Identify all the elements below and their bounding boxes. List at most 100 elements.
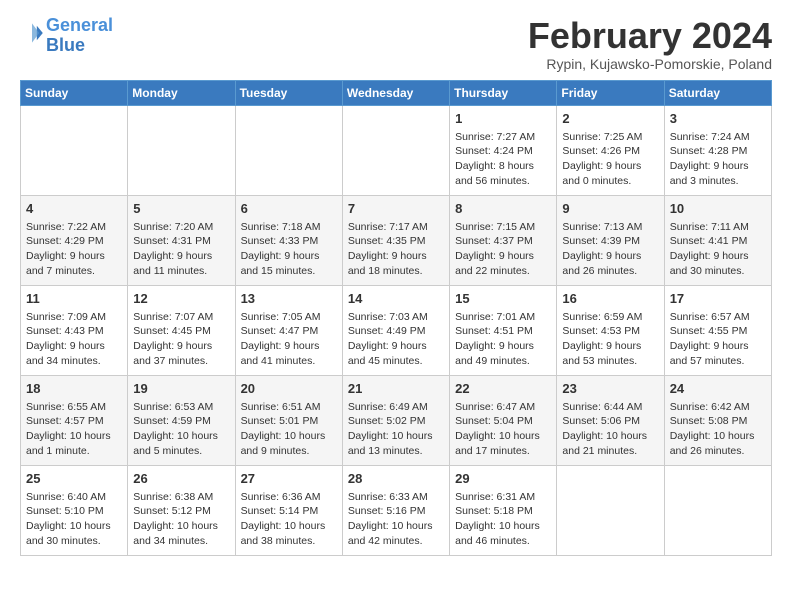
day-info: Sunrise: 6:42 AM Sunset: 5:08 PM Dayligh… [670,400,766,459]
calendar-table: SundayMondayTuesdayWednesdayThursdayFrid… [20,80,772,556]
day-info: Sunrise: 6:33 AM Sunset: 5:16 PM Dayligh… [348,490,444,549]
day-info: Sunrise: 7:11 AM Sunset: 4:41 PM Dayligh… [670,220,766,279]
day-cell: 28 Sunrise: 6:33 AM Sunset: 5:16 PM Dayli… [342,465,449,555]
day-number: 26 [133,470,229,488]
day-info: Sunrise: 7:17 AM Sunset: 4:35 PM Dayligh… [348,220,444,279]
logo-text: General Blue [46,16,113,56]
day-info: Sunrise: 7:27 AM Sunset: 4:24 PM Dayligh… [455,130,551,189]
day-number: 21 [348,380,444,398]
day-number: 27 [241,470,337,488]
day-info: Sunrise: 7:24 AM Sunset: 4:28 PM Dayligh… [670,130,766,189]
day-number: 7 [348,200,444,218]
header-cell-thursday: Thursday [450,80,557,105]
day-cell: 22 Sunrise: 6:47 AM Sunset: 5:04 PM Dayli… [450,375,557,465]
day-cell: 18Sunrise: 6:55 AM Sunset: 4:57 PM Dayli… [21,375,128,465]
day-info: Sunrise: 7:05 AM Sunset: 4:47 PM Dayligh… [241,310,337,369]
week-row-1: 1 Sunrise: 7:27 AM Sunset: 4:24 PM Daylig… [21,105,772,195]
day-cell [235,105,342,195]
header: General Blue February 2024 Rypin, Kujaws… [20,16,772,72]
day-cell: 21 Sunrise: 6:49 AM Sunset: 5:02 PM Dayli… [342,375,449,465]
day-number: 12 [133,290,229,308]
day-number: 6 [241,200,337,218]
header-cell-sunday: Sunday [21,80,128,105]
day-cell: 19 Sunrise: 6:53 AM Sunset: 4:59 PM Dayli… [128,375,235,465]
day-info: Sunrise: 6:47 AM Sunset: 5:04 PM Dayligh… [455,400,551,459]
day-number: 17 [670,290,766,308]
title-block: February 2024 Rypin, Kujawsko-Pomorskie,… [528,16,772,72]
day-number: 28 [348,470,444,488]
day-number: 25 [26,470,122,488]
day-number: 4 [26,200,122,218]
day-number: 24 [670,380,766,398]
header-cell-tuesday: Tuesday [235,80,342,105]
day-number: 20 [241,380,337,398]
day-number: 22 [455,380,551,398]
day-info: Sunrise: 7:20 AM Sunset: 4:31 PM Dayligh… [133,220,229,279]
day-cell: 12 Sunrise: 7:07 AM Sunset: 4:45 PM Dayli… [128,285,235,375]
day-info: Sunrise: 6:36 AM Sunset: 5:14 PM Dayligh… [241,490,337,549]
calendar-header-row: SundayMondayTuesdayWednesdayThursdayFrid… [21,80,772,105]
day-number: 9 [562,200,658,218]
day-info: Sunrise: 6:53 AM Sunset: 4:59 PM Dayligh… [133,400,229,459]
day-cell: 11 Sunrise: 7:09 AM Sunset: 4:43 PM Dayli… [21,285,128,375]
day-cell: 3 Sunrise: 7:24 AM Sunset: 4:28 PM Daylig… [664,105,771,195]
day-number: 10 [670,200,766,218]
day-cell: 6 Sunrise: 7:18 AM Sunset: 4:33 PM Daylig… [235,195,342,285]
day-info: Sunrise: 6:40 AM Sunset: 5:10 PM Dayligh… [26,490,122,549]
day-number: 23 [562,380,658,398]
day-cell [342,105,449,195]
day-cell: 10 Sunrise: 7:11 AM Sunset: 4:41 PM Dayli… [664,195,771,285]
week-row-5: 25 Sunrise: 6:40 AM Sunset: 5:10 PM Dayli… [21,465,772,555]
day-info: Sunrise: 7:07 AM Sunset: 4:45 PM Dayligh… [133,310,229,369]
calendar-subtitle: Rypin, Kujawsko-Pomorskie, Poland [528,56,772,72]
day-info: Sunrise: 6:31 AM Sunset: 5:18 PM Dayligh… [455,490,551,549]
day-number: 5 [133,200,229,218]
day-info: Sunrise: 7:22 AM Sunset: 4:29 PM Dayligh… [26,220,122,279]
day-cell: 9 Sunrise: 7:13 AM Sunset: 4:39 PM Daylig… [557,195,664,285]
header-cell-monday: Monday [128,80,235,105]
day-cell: 5 Sunrise: 7:20 AM Sunset: 4:31 PM Daylig… [128,195,235,285]
day-info: Sunrise: 7:03 AM Sunset: 4:49 PM Dayligh… [348,310,444,369]
day-number: 18 [26,380,122,398]
day-cell: 7 Sunrise: 7:17 AM Sunset: 4:35 PM Daylig… [342,195,449,285]
day-cell: 14 Sunrise: 7:03 AM Sunset: 4:49 PM Dayli… [342,285,449,375]
day-cell [21,105,128,195]
day-number: 11 [26,290,122,308]
day-number: 3 [670,110,766,128]
day-info: Sunrise: 7:13 AM Sunset: 4:39 PM Dayligh… [562,220,658,279]
day-info: Sunrise: 7:15 AM Sunset: 4:37 PM Dayligh… [455,220,551,279]
day-info: Sunrise: 7:09 AM Sunset: 4:43 PM Dayligh… [26,310,122,369]
day-cell: 16 Sunrise: 6:59 AM Sunset: 4:53 PM Dayli… [557,285,664,375]
day-info: Sunrise: 7:18 AM Sunset: 4:33 PM Dayligh… [241,220,337,279]
day-number: 2 [562,110,658,128]
day-number: 14 [348,290,444,308]
day-cell: 26 Sunrise: 6:38 AM Sunset: 5:12 PM Dayli… [128,465,235,555]
day-cell: 27 Sunrise: 6:36 AM Sunset: 5:14 PM Dayli… [235,465,342,555]
day-cell: 13 Sunrise: 7:05 AM Sunset: 4:47 PM Dayli… [235,285,342,375]
day-number: 13 [241,290,337,308]
day-cell [128,105,235,195]
day-info: Sunrise: 6:44 AM Sunset: 5:06 PM Dayligh… [562,400,658,459]
day-cell: 2 Sunrise: 7:25 AM Sunset: 4:26 PM Daylig… [557,105,664,195]
day-number: 19 [133,380,229,398]
day-cell: 20Sunrise: 6:51 AM Sunset: 5:01 PM Dayli… [235,375,342,465]
day-cell: 29 Sunrise: 6:31 AM Sunset: 5:18 PM Dayli… [450,465,557,555]
day-cell: 17Sunrise: 6:57 AM Sunset: 4:55 PM Dayli… [664,285,771,375]
day-info: Sunrise: 7:01 AM Sunset: 4:51 PM Dayligh… [455,310,551,369]
day-number: 16 [562,290,658,308]
day-number: 1 [455,110,551,128]
day-number: 15 [455,290,551,308]
day-cell: 4 Sunrise: 7:22 AM Sunset: 4:29 PM Daylig… [21,195,128,285]
calendar-title: February 2024 [528,16,772,56]
logo-icon [20,21,44,45]
day-cell: 15 Sunrise: 7:01 AM Sunset: 4:51 PM Dayli… [450,285,557,375]
day-info: Sunrise: 7:25 AM Sunset: 4:26 PM Dayligh… [562,130,658,189]
day-info: Sunrise: 6:59 AM Sunset: 4:53 PM Dayligh… [562,310,658,369]
day-cell: 1 Sunrise: 7:27 AM Sunset: 4:24 PM Daylig… [450,105,557,195]
day-cell: 23 Sunrise: 6:44 AM Sunset: 5:06 PM Dayli… [557,375,664,465]
header-cell-wednesday: Wednesday [342,80,449,105]
day-cell [557,465,664,555]
day-info: Sunrise: 6:49 AM Sunset: 5:02 PM Dayligh… [348,400,444,459]
day-number: 29 [455,470,551,488]
day-info: Sunrise: 6:38 AM Sunset: 5:12 PM Dayligh… [133,490,229,549]
